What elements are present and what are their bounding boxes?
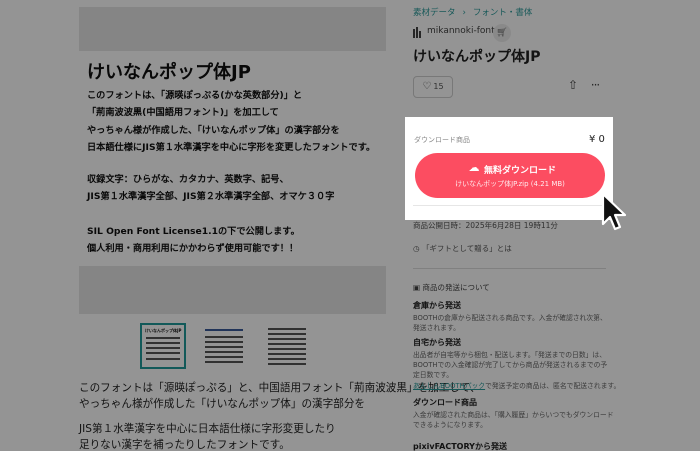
poster-line: 収録文字：ひらがな、カタカナ、英数字、記号、: [87, 174, 289, 185]
shipping-heading: 自宅から発送: [413, 338, 461, 347]
shipping-heading: pixivFACTORYから発送: [413, 442, 507, 451]
shop-name[interactable]: mikannoki-font: [427, 26, 495, 36]
product-title: けいなんポップ体JP: [413, 49, 541, 65]
shipping-text: 出品者が自宅等から梱包・配送します。「発送までの日数」は、: [413, 351, 607, 359]
gallery-top-area: [79, 7, 386, 51]
shipping-text: で発送予定の商品は、匿名で配送されます。: [485, 382, 621, 390]
breadcrumb: 素材データ › フォント・書体: [413, 6, 532, 18]
gallery-thumbnail[interactable]: [264, 323, 310, 369]
poster-title: けいなんポップ体JP: [87, 62, 251, 83]
publish-date: 商品公開日時：2025年6月28日 19時11分: [413, 221, 558, 230]
gift-info-label[interactable]: 「ギフトとして贈る」とは: [422, 244, 512, 253]
more-icon[interactable]: ···: [588, 78, 602, 94]
breadcrumb-item[interactable]: フォント・書体: [473, 6, 533, 18]
poster-line: SIL Open Font License1.1の下で公開します。: [87, 226, 300, 237]
share-icon[interactable]: ⇧: [566, 78, 580, 94]
download-button-label: 無料ダウンロード: [484, 166, 557, 176]
like-count: 15: [433, 82, 444, 91]
clock-icon: ◷: [413, 244, 422, 253]
shipping-title-label: 商品の発送について: [422, 283, 490, 292]
download-file-name: けいなんポップ体JP.zip (4.21 MB): [455, 180, 565, 188]
gallery-bottom-area: [79, 266, 386, 314]
heart-icon: ♡: [422, 81, 432, 92]
poster-line: JIS第１水準漢字全部、JIS第２水準漢字全部、オマケ３０字: [87, 191, 335, 202]
shipping-text: 定日数です。: [413, 371, 454, 379]
gallery-prev-arrow-icon[interactable]: ❮: [82, 150, 96, 168]
shipping-text: 入金が確認された商品は、「購入履歴」からいつでもダウンロード: [413, 411, 614, 419]
gift-info-link[interactable]: ◷ 「ギフトとして贈る」とは: [413, 243, 512, 254]
divider: [413, 268, 606, 269]
breadcrumb-item[interactable]: 素材データ: [413, 6, 456, 18]
download-item-label: ダウンロード商品: [414, 136, 470, 144]
description-line: 足りない漢字を補ったりしたフォントです。: [79, 439, 290, 451]
gallery-thumbnail[interactable]: [201, 323, 247, 369]
shipping-text-with-link: あんしんBOOTHパックで発送予定の商品は、匿名で配送されます。: [413, 380, 620, 390]
poster-line: 日本語仕様にJIS第１水準漢字を中心に字形を変更したフォントです。: [87, 142, 376, 153]
shipping-heading: ダウンロード商品: [413, 398, 477, 407]
thumbnail-label: けいなんポップ体JP: [145, 328, 182, 333]
poster-line: 個人利用・商用利用にかかわらず使用可能です！！: [87, 243, 299, 254]
shop-logo-icon: [413, 27, 422, 38]
gallery-thumbnail[interactable]: けいなんポップ体JP: [140, 323, 186, 369]
poster-line: このフォントは、「源暎ぽっぷる(かな英数部分)」と: [87, 90, 303, 101]
shipping-text: できるようになります。: [413, 421, 487, 429]
price: ¥ 0: [589, 134, 605, 145]
cart-icon[interactable]: 🛒︎: [493, 24, 511, 42]
booth-product-page: けいなんポップ体JP このフォントは、「源暎ぽっぷる(かな英数部分)」と 「荊南…: [0, 0, 700, 451]
poster-line: やっちゃん様が作成した、「けいなんポップ体」の漢字部分を: [87, 125, 340, 136]
free-download-button[interactable]: ☁︎ 無料ダウンロード けいなんポップ体JP.zip (4.21 MB): [415, 153, 605, 198]
cloud-download-icon: ☁︎: [468, 161, 480, 174]
shipping-text: 発送されます。: [413, 324, 460, 332]
divider: [413, 205, 606, 206]
shipping-section-title: ▣ 商品の発送について: [413, 282, 490, 293]
shipping-heading: 倉庫から発送: [413, 301, 461, 310]
chevron-right-icon: ›: [462, 8, 466, 18]
anshin-booth-pack-link[interactable]: あんしんBOOTHパック: [413, 382, 485, 390]
shipping-text: BOOTHの倉庫から配送される商品です。入金が確認され次第、: [413, 314, 607, 322]
shipping-text: BOOTHでの入金確認が完了してから商品が発送されるまでの予: [413, 361, 608, 369]
description-line: JIS第１水準漢字を中心に日本語仕様に字形変更したり: [79, 423, 336, 435]
gallery-next-arrow-icon[interactable]: ❯: [370, 150, 384, 168]
like-button[interactable]: ♡ 15: [413, 76, 453, 98]
poster-line: 「荊南波波黒(中国語用フォント)」を加工して: [87, 107, 279, 118]
mouse-cursor-icon: [601, 192, 627, 231]
description-line: やっちゃん様が作成した「けいなんポップ体」の漢字部分を: [79, 398, 366, 410]
